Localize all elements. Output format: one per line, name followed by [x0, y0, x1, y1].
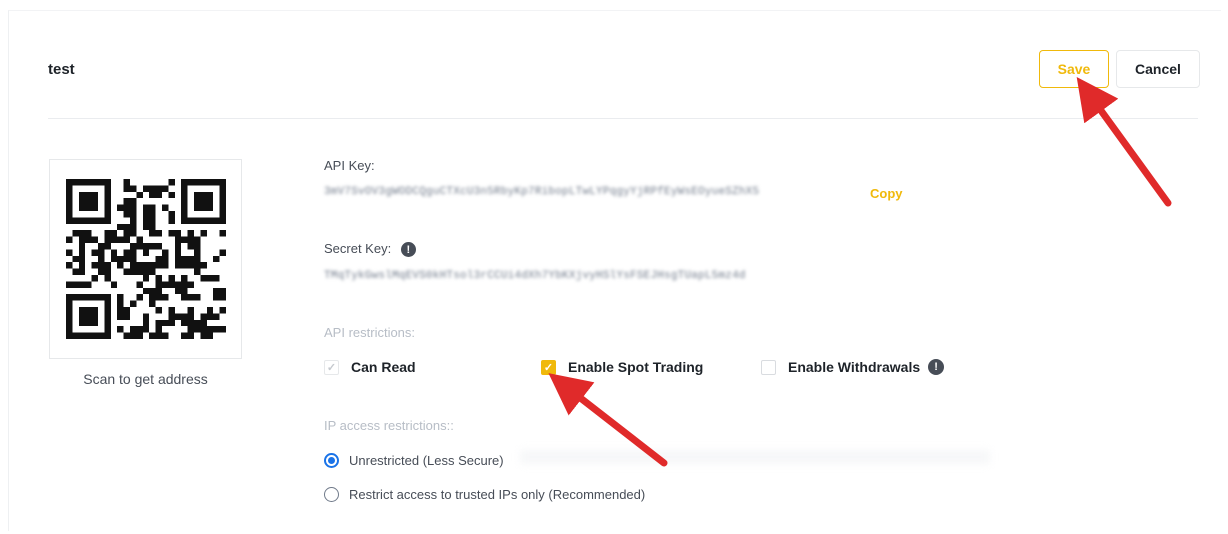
qr-code-box [49, 159, 242, 359]
cancel-button[interactable]: Cancel [1116, 50, 1200, 88]
info-icon[interactable]: ! [400, 242, 416, 258]
api-restrictions-label: API restrictions: [324, 325, 416, 340]
qr-code-icon [65, 179, 226, 339]
blurred-region [520, 450, 990, 464]
api-key-name: test [48, 61, 75, 78]
enable-spot-trading-label[interactable]: Enable Spot Trading [568, 359, 703, 375]
unrestricted-label[interactable]: Unrestricted (Less Secure) [349, 453, 504, 468]
enable-spot-trading-checkbox[interactable]: ✓ Enable Spot Trading [541, 359, 703, 375]
secret-key-label-row: Secret Key: ! [324, 241, 416, 258]
radio-selected-icon[interactable] [324, 453, 339, 468]
unrestricted-radio[interactable]: Unrestricted (Less Secure) [324, 453, 504, 468]
api-key-value: 3mV7SvOV3gWODCQguCTXcU3n5RbyKp7RibopLTwL… [324, 186, 760, 198]
secret-key-label: Secret Key: [324, 241, 392, 256]
radio-unselected-icon[interactable] [324, 487, 339, 502]
api-key-label: API Key: [324, 158, 375, 173]
secret-key-value: TMqTykGwslMqEVS0kHTsol3rCCUi4dXh7YbKXjvy… [324, 270, 746, 282]
info-icon[interactable]: ! [928, 359, 945, 375]
ip-restrictions-label: IP access restrictions:: [324, 418, 454, 433]
can-read-checkbox: ✓ Can Read [324, 359, 416, 375]
checkbox-check-icon[interactable]: ✓ [541, 359, 556, 375]
qr-caption: Scan to get address [83, 371, 208, 387]
checkbox-check-icon: ✓ [324, 359, 339, 375]
save-button[interactable]: Save [1039, 50, 1109, 88]
restrict-trusted-ips-label[interactable]: Restrict access to trusted IPs only (Rec… [349, 487, 645, 502]
can-read-label: Can Read [351, 359, 416, 375]
copy-api-key-link[interactable]: Copy [870, 186, 903, 201]
restrict-trusted-ips-radio[interactable]: Restrict access to trusted IPs only (Rec… [324, 487, 645, 502]
checkbox-empty-icon[interactable] [761, 359, 776, 375]
enable-withdrawals-checkbox[interactable]: Enable Withdrawals ! [761, 359, 945, 375]
enable-withdrawals-label[interactable]: Enable Withdrawals [788, 359, 920, 375]
header-divider [48, 118, 1198, 119]
